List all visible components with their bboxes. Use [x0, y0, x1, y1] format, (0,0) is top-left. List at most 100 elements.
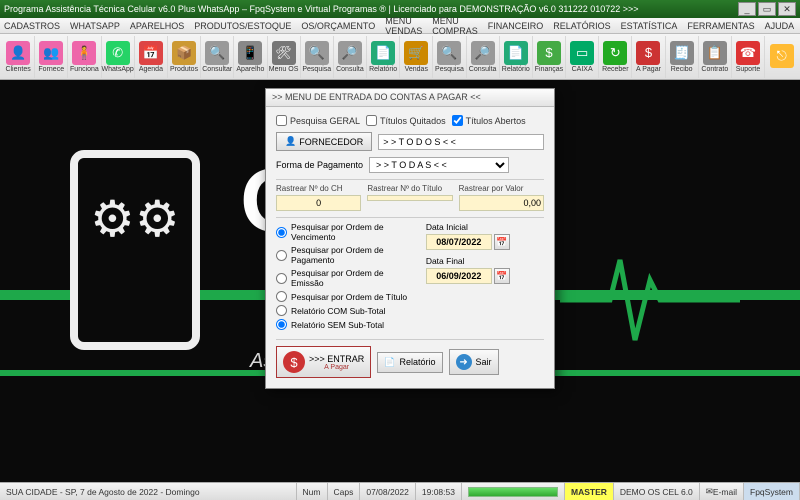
menu-ajuda[interactable]: AJUDA: [765, 21, 795, 31]
forma-pagamento-label: Forma de Pagamento: [276, 160, 363, 170]
radio-ordem-titulo[interactable]: Pesquisar por Ordem de Título: [276, 291, 418, 302]
data-inicial-input[interactable]: 08/07/2022: [426, 234, 492, 250]
fornecedor-input[interactable]: [378, 134, 544, 150]
chk-titulos-abertos[interactable]: Títulos Abertos: [452, 115, 526, 126]
data-final-label: Data Final: [426, 256, 544, 266]
exit-icon: ➜: [456, 354, 472, 370]
toolbar-icon: ☎: [736, 41, 760, 65]
toolbar-icon: ✆: [106, 41, 130, 65]
toolbar-consultar[interactable]: 🔍Consultar: [201, 36, 234, 78]
status-num: Num: [297, 483, 328, 500]
toolbar-icon: 🧾: [670, 41, 694, 65]
toolbar-finanças[interactable]: $Finanças: [533, 36, 566, 78]
radio-ordem-vencimento[interactable]: Pesquisar por Ordem de Vencimento: [276, 222, 418, 242]
menu-ferramentas[interactable]: FERRAMENTAS: [687, 21, 754, 31]
status-location: SUA CIDADE - SP, 7 de Agosto de 2022 - D…: [0, 483, 297, 500]
toolbar-relatório[interactable]: 📄Relatório: [500, 36, 533, 78]
toolbar-icon: $: [537, 41, 561, 65]
entrar-button[interactable]: $>>> ENTRARA Pagar: [276, 346, 371, 378]
data-final-input[interactable]: 06/09/2022: [426, 268, 492, 284]
status-master: MASTER: [565, 483, 614, 500]
chk-titulos-quitados[interactable]: Títulos Quitados: [366, 115, 446, 126]
menu-compras[interactable]: MENU COMPRAS: [432, 16, 478, 36]
radio-sem-subtotal[interactable]: Relatório SEM Sub-Total: [276, 319, 418, 330]
toolbar-relatório[interactable]: 📄Relatório: [367, 36, 400, 78]
toolbar-agenda[interactable]: 📅Agenda: [135, 36, 168, 78]
toolbar-icon: 🔎: [338, 41, 362, 65]
rastrear-valor-input[interactable]: 0,00: [459, 195, 544, 211]
sair-button[interactable]: ➜Sair: [449, 349, 499, 375]
toolbar-icon: 🔍: [205, 41, 229, 65]
calendar-button[interactable]: 📅: [494, 234, 510, 250]
relatorio-button[interactable]: 📄Relatório: [377, 352, 442, 373]
chk-pesquisa-geral[interactable]: Pesquisa GERAL: [276, 115, 360, 126]
toolbar-contrato[interactable]: 📋Contrato: [699, 36, 732, 78]
status-progress: [462, 483, 565, 500]
toolbar-exit[interactable]: ⎋: [765, 36, 798, 78]
toolbar-suporte[interactable]: ☎Suporte: [732, 36, 765, 78]
menu-cadastros[interactable]: CADASTROS: [4, 21, 60, 31]
menu-whatsapp[interactable]: WHATSAPP: [70, 21, 120, 31]
gears-icon: ⚙⚙: [90, 190, 180, 248]
toolbar-menu os[interactable]: 🛠Menu OS: [268, 36, 301, 78]
rastrear-titulo-input[interactable]: [367, 195, 452, 201]
status-demo: DEMO OS CEL 6.0: [614, 483, 700, 500]
toolbar-recibo[interactable]: 🧾Recibo: [666, 36, 699, 78]
status-time: 19:08:53: [416, 483, 462, 500]
toolbar-icon: 📄: [504, 41, 528, 65]
phone-icon: [70, 150, 200, 350]
menu-financeiro[interactable]: FINANCEIRO: [488, 21, 544, 31]
toolbar-funciona[interactable]: 🧍Funciona: [68, 36, 101, 78]
statusbar: SUA CIDADE - SP, 7 de Agosto de 2022 - D…: [0, 482, 800, 500]
calendar-button[interactable]: 📅: [494, 268, 510, 284]
toolbar-icon: 📦: [172, 41, 196, 65]
status-caps: Caps: [328, 483, 361, 500]
toolbar: 👤Clientes👥Fornece🧍Funciona✆WhatsApp📅Agen…: [0, 34, 800, 80]
toolbar-icon: 🔎: [471, 41, 495, 65]
toolbar-icon: 🔍: [305, 41, 329, 65]
toolbar-consulta[interactable]: 🔎Consulta: [467, 36, 500, 78]
window-title: Programa Assistência Técnica Celular v6.…: [4, 4, 738, 14]
menu-os[interactable]: OS/ORÇAMENTO: [301, 21, 375, 31]
toolbar-clientes[interactable]: 👤Clientes: [2, 36, 35, 78]
toolbar-caixa[interactable]: ▭CAIXA: [566, 36, 599, 78]
menu-estatistica[interactable]: ESTATÍSTICA: [621, 21, 678, 31]
menu-relatorios[interactable]: RELATÓRIOS: [553, 21, 610, 31]
toolbar-icon: 👤: [6, 41, 30, 65]
close-button[interactable]: ✕: [778, 2, 796, 16]
minimize-button[interactable]: _: [738, 2, 756, 16]
toolbar-consulta[interactable]: 🔎Consulta: [334, 36, 367, 78]
toolbar-receber[interactable]: ↻Receber: [599, 36, 632, 78]
toolbar-whatsapp[interactable]: ✆WhatsApp: [102, 36, 135, 78]
status-date: 07/08/2022: [360, 483, 416, 500]
toolbar-a pagar[interactable]: $A Pagar: [632, 36, 665, 78]
dialog-title: >> MENU DE ENTRADA DO CONTAS A PAGAR <<: [266, 89, 554, 107]
toolbar-icon: 📋: [703, 41, 727, 65]
radio-ordem-pagamento[interactable]: Pesquisar por Ordem de Pagamento: [276, 245, 418, 265]
rastrear-valor-label: Rastrear por Valor: [459, 184, 544, 193]
workspace: ⚙⚙ O A D R Assistê m Geral >> MENU DE EN…: [0, 80, 800, 482]
status-email[interactable]: ✉ E-mail: [700, 483, 744, 500]
menubar: CADASTROS WHATSAPP APARELHOS PRODUTOS/ES…: [0, 18, 800, 34]
menu-vendas[interactable]: MENU VENDAS: [385, 16, 422, 36]
pulse-icon: [560, 240, 740, 360]
toolbar-aparelho[interactable]: 📱Aparelho: [234, 36, 267, 78]
toolbar-icon: 🔍: [437, 41, 461, 65]
toolbar-produtos[interactable]: 📦Produtos: [168, 36, 201, 78]
toolbar-icon: 🛠: [272, 41, 296, 65]
maximize-button[interactable]: ▭: [758, 2, 776, 16]
menu-aparelhos[interactable]: APARELHOS: [130, 21, 184, 31]
forma-pagamento-select[interactable]: > > T O D A S < <: [369, 157, 509, 173]
rastrear-ch-input[interactable]: 0: [276, 195, 361, 211]
report-icon: 📄: [384, 357, 395, 368]
fornecedor-button[interactable]: 👤FORNECEDOR: [276, 132, 372, 151]
toolbar-pesquisa[interactable]: 🔍Pesquisa: [433, 36, 466, 78]
toolbar-icon: 📅: [139, 41, 163, 65]
toolbar-pesquisa[interactable]: 🔍Pesquisa: [301, 36, 334, 78]
radio-com-subtotal[interactable]: Relatório COM Sub-Total: [276, 305, 418, 316]
rastrear-titulo-label: Rastrear Nº do Título: [367, 184, 452, 193]
menu-produtos[interactable]: PRODUTOS/ESTOQUE: [194, 21, 291, 31]
toolbar-vendas[interactable]: 🛒Vendas: [400, 36, 433, 78]
toolbar-fornece[interactable]: 👥Fornece: [35, 36, 68, 78]
radio-ordem-emissao[interactable]: Pesquisar por Ordem de Emissão: [276, 268, 418, 288]
